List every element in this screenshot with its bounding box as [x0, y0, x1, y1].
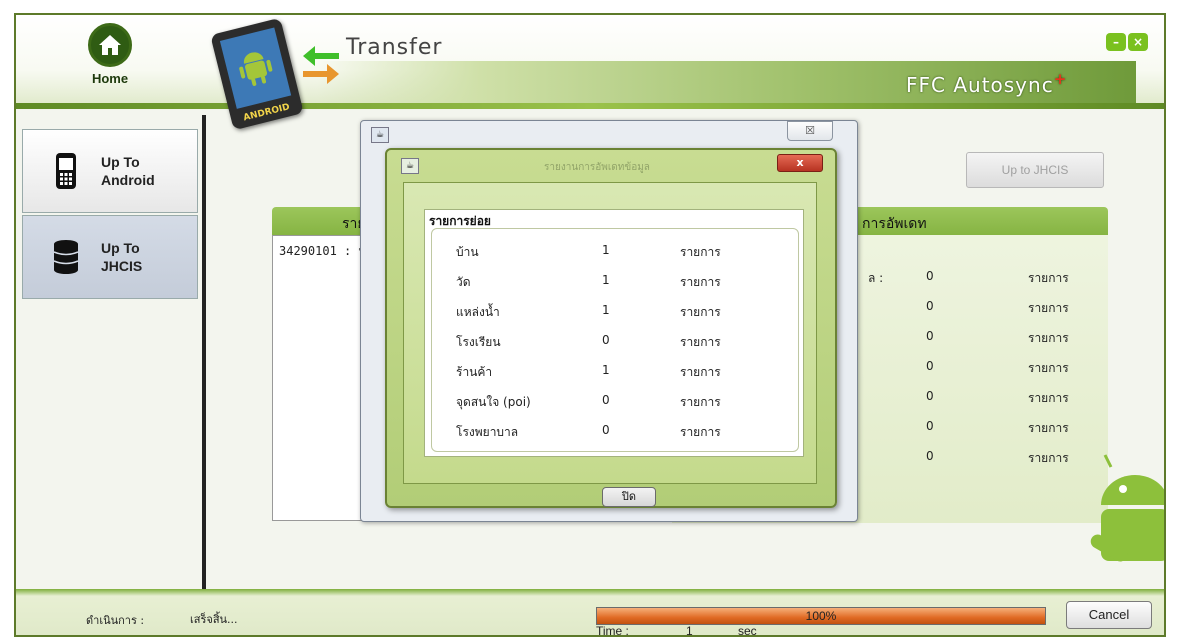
dialog-body: รายการย่อย บ้าน 1 รายการ วัด 1 รายการ แหล่งน…	[403, 182, 817, 507]
list-item: โรงเรียน 0 รายการ	[456, 333, 721, 349]
header-divider	[16, 103, 1164, 109]
sidebar-item-up-to-android[interactable]: Up To Android	[22, 129, 198, 213]
sidebar-item-label: Up To	[101, 240, 140, 256]
list-item: บ้าน 1 รายการ	[456, 243, 721, 259]
home-button[interactable]: Home	[78, 23, 142, 103]
panel-header-right: การอัพเดท	[862, 216, 927, 232]
list-item[interactable]: 34290101 : บ	[279, 242, 366, 261]
sidebar: Up To Android Up To JHCIS	[22, 123, 198, 593]
outer-dialog-close-button[interactable]: ☒	[787, 121, 833, 141]
sidebar-item-up-to-jhcis[interactable]: Up To JHCIS	[22, 215, 198, 299]
java-icon: ☕	[401, 158, 419, 174]
android-tablet-icon: ANDROID	[210, 17, 304, 131]
header: Home ANDROID Transfer FFC Autosync+ – ×	[16, 15, 1164, 131]
sidebar-item-label: Up To	[101, 154, 140, 170]
status-label: ดำเนินการ :	[86, 614, 145, 627]
summary-dialog: ☕ รายงานการอัพเดทข้อมูล x รายการย่อย บ้า…	[385, 148, 837, 508]
brand-logo: FFC Autosync+	[906, 70, 1068, 97]
up-to-jhcis-button[interactable]: Up to JHCIS	[966, 152, 1104, 188]
android-mascot-icon	[1071, 445, 1164, 585]
transfer-arrows-icon	[301, 41, 341, 85]
list-item: ร้านค้า 1 รายการ	[456, 363, 721, 379]
dialog-title: รายงานการอัพเดทข้อมูล	[544, 162, 650, 173]
list-item: วัด 1 รายการ	[456, 273, 721, 289]
brand-plus: +	[1053, 70, 1068, 88]
dialog-close-button[interactable]: x	[777, 154, 823, 172]
time-label: Time :	[596, 624, 629, 637]
close-dialog-button[interactable]: ปิด	[602, 487, 656, 507]
time-unit: sec	[738, 624, 757, 637]
home-label: Home	[91, 71, 129, 86]
sidebar-item-label: JHCIS	[101, 258, 143, 274]
list-container: บ้าน 1 รายการ วัด 1 รายการ แหล่งน้ำ 1 รายการ โ…	[431, 228, 799, 452]
cancel-button[interactable]: Cancel	[1066, 601, 1152, 629]
database-icon	[51, 239, 81, 275]
list-item: จุดสนใจ (poi) 0 รายการ	[456, 393, 721, 409]
progress-text: 100%	[805, 609, 837, 623]
close-window-button[interactable]: ×	[1128, 33, 1148, 51]
list-item: โรงพยาบาล 0 รายการ	[456, 423, 721, 439]
java-icon: ☕	[371, 127, 389, 143]
window-controls: – ×	[1104, 31, 1148, 51]
brand-name: FFC Autosync	[906, 73, 1054, 97]
sidebar-item-label: Android	[101, 172, 155, 188]
sub-item-list: รายการย่อย บ้าน 1 รายการ วัด 1 รายการ แหล่งน…	[424, 209, 804, 457]
phone-icon	[51, 152, 81, 190]
progress-bar: 100%	[596, 607, 1046, 625]
window-title: Transfer	[346, 35, 443, 60]
list-item: แหล่งน้ำ 1 รายการ	[456, 303, 721, 319]
status-value: เสร็จสิ้น...	[190, 613, 238, 626]
time-value: 1	[686, 624, 693, 637]
sidebar-divider	[202, 115, 206, 593]
home-icon	[88, 23, 132, 67]
status-bar: ดำเนินการ : เสร็จสิ้น... 100% Time : 1 s…	[16, 589, 1164, 637]
minimize-button[interactable]: –	[1106, 33, 1126, 51]
